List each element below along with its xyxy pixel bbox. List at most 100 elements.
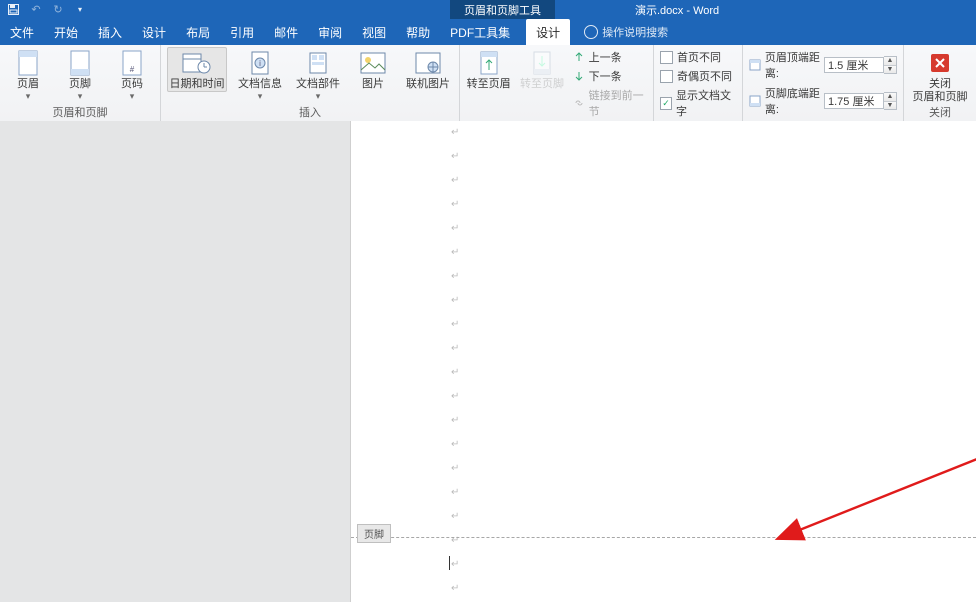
header-label: 页眉 [17, 78, 39, 91]
quick-parts-label: 文档部件 [296, 78, 340, 91]
close-header-footer-button[interactable]: 关闭 页眉和页脚 [910, 47, 970, 104]
next-label: 下一条 [589, 68, 622, 84]
chevron-down-icon: ▾ [78, 92, 83, 100]
group-label: 插入 [167, 104, 453, 121]
redo-icon[interactable]: ↻ [52, 4, 64, 16]
pictures-button[interactable]: 图片 [351, 47, 395, 91]
footer-from-bottom-row: 页脚底端距离: ▲▼ [749, 85, 897, 117]
group-header-footer: 页眉 ▾ 页脚 ▾ # 页码 ▾ 页眉和页脚 [0, 45, 161, 121]
tab-home[interactable]: 开始 [44, 19, 88, 45]
header-button[interactable]: 页眉 ▾ [6, 47, 50, 100]
goto-header-label: 转至页眉 [467, 78, 511, 91]
pictures-icon [360, 49, 386, 77]
doc-info-icon: i [249, 49, 271, 77]
goto-footer-icon [531, 49, 553, 77]
chevron-down-icon: ▾ [258, 92, 263, 100]
checkbox-icon [660, 51, 673, 64]
svg-text:#: # [130, 65, 135, 74]
tab-hf-design[interactable]: 设计 [526, 19, 570, 45]
ribbon-tabs: 文件 开始 插入 设计 布局 引用 邮件 审阅 视图 帮助 PDF工具集 设计 … [0, 19, 976, 45]
header-from-top-label: 页眉顶端距离: [765, 49, 820, 81]
link-previous-button: 链接到前一节 [573, 87, 647, 119]
chevron-down-icon: ▾ [130, 92, 135, 100]
tab-review[interactable]: 审阅 [308, 19, 352, 45]
goto-header-button[interactable]: 转至页眉 [466, 47, 511, 91]
spinner-up-icon[interactable]: ▲ [884, 57, 896, 66]
different-first-page-label: 首页不同 [677, 49, 721, 65]
group-options: 首页不同 奇偶页不同 ✓ 显示文档文字 选项 [654, 45, 743, 121]
goto-footer-button[interactable]: 转至页脚 [519, 47, 564, 91]
link-icon [573, 97, 585, 109]
svg-text:i: i [259, 59, 261, 68]
different-odd-even-label: 奇偶页不同 [677, 68, 732, 84]
checkbox-checked-icon: ✓ [660, 97, 672, 110]
show-doc-text-checkbox[interactable]: ✓ 显示文档文字 [660, 87, 736, 119]
document-area: ↵↵↵↵↵↵↵ ↵↵↵↵↵↵↵ ↵↵↵↵↵↵↵ 页脚 [0, 121, 976, 602]
chevron-down-icon: ▾ [316, 92, 321, 100]
previous-button[interactable]: 上一条 [573, 49, 647, 65]
undo-icon[interactable]: ↶ [30, 4, 42, 16]
bulb-icon [584, 25, 598, 39]
different-odd-even-checkbox[interactable]: 奇偶页不同 [660, 68, 736, 84]
arrow-down-icon [573, 70, 585, 82]
tab-layout[interactable]: 布局 [176, 19, 220, 45]
header-from-top-input[interactable] [824, 57, 884, 73]
tab-pdf[interactable]: PDF工具集 [440, 19, 520, 45]
quick-parts-button[interactable]: 文档部件 ▾ [293, 47, 343, 100]
goto-header-icon [478, 49, 500, 77]
footer-from-bottom-spinner[interactable]: ▲▼ [824, 92, 897, 110]
close-label: 关闭 页眉和页脚 [913, 78, 968, 104]
qat-dropdown-icon[interactable]: ▾ [74, 4, 86, 16]
tab-help[interactable]: 帮助 [396, 19, 440, 45]
footer-from-bottom-input[interactable] [824, 93, 884, 109]
tab-file[interactable]: 文件 [0, 19, 44, 45]
group-position: 页眉顶端距离: ▲▼ 页脚底端距离: ▲▼ 插入对齐制表 [743, 45, 904, 121]
spinner-up-icon[interactable]: ▲ [884, 93, 896, 102]
header-from-top-row: 页眉顶端距离: ▲▼ [749, 49, 897, 81]
page-number-button[interactable]: # 页码 ▾ [110, 47, 154, 100]
next-button[interactable]: 下一条 [573, 68, 647, 84]
tab-insert[interactable]: 插入 [88, 19, 132, 45]
annotation-arrow [702, 121, 976, 602]
checkbox-icon [660, 70, 673, 83]
online-pictures-icon [415, 49, 441, 77]
ribbon: 页眉 ▾ 页脚 ▾ # 页码 ▾ 页眉和页脚 日期和时间 i [0, 45, 976, 122]
spinner-down-icon[interactable]: ▼ [884, 102, 896, 110]
nav-stack: 上一条 下一条 链接到前一节 [573, 47, 647, 119]
footer-bottom-icon [749, 95, 761, 107]
footer-label: 页脚 [69, 78, 91, 91]
header-from-top-spinner[interactable]: ▲▼ [824, 56, 897, 74]
page-number-label: 页码 [121, 78, 143, 91]
tell-me-search[interactable]: 操作说明搜索 [584, 19, 668, 45]
arrow-up-icon [573, 51, 585, 63]
show-doc-text-label: 显示文档文字 [676, 87, 736, 119]
online-pictures-button[interactable]: 联机图片 [403, 47, 453, 91]
tab-design[interactable]: 设计 [132, 19, 176, 45]
group-navigation: 转至页眉 转至页脚 上一条 下一条 链接到前一节 [460, 45, 654, 121]
date-time-label: 日期和时间 [170, 78, 225, 91]
tell-me-label: 操作说明搜索 [602, 24, 668, 40]
tab-references[interactable]: 引用 [220, 19, 264, 45]
group-close: 关闭 页眉和页脚 关闭 [904, 45, 976, 121]
different-first-page-checkbox[interactable]: 首页不同 [660, 49, 736, 65]
doc-info-button[interactable]: i 文档信息 ▾ [235, 47, 285, 100]
footer-button[interactable]: 页脚 ▾ [58, 47, 102, 100]
footer-region[interactable]: 页脚 [351, 537, 976, 538]
page[interactable]: ↵↵↵↵↵↵↵ ↵↵↵↵↵↵↵ ↵↵↵↵↵↵↵ 页脚 [351, 121, 976, 602]
contextual-tab-label: 页眉和页脚工具 [450, 0, 555, 19]
tab-view[interactable]: 视图 [352, 19, 396, 45]
footer-tag: 页脚 [357, 524, 391, 543]
document-title: 演示.docx - Word [635, 0, 719, 19]
link-previous-label: 链接到前一节 [589, 87, 647, 119]
close-icon [930, 49, 950, 77]
tab-mail[interactable]: 邮件 [264, 19, 308, 45]
date-time-button[interactable]: 日期和时间 [167, 47, 227, 92]
save-icon[interactable] [8, 4, 20, 16]
spinner-arrows[interactable]: ▲▼ [884, 56, 897, 74]
doc-info-label: 文档信息 [238, 78, 282, 91]
spinner-down-icon[interactable]: ▼ [884, 66, 896, 74]
group-label: 关闭 [910, 104, 970, 121]
group-label: 页眉和页脚 [6, 104, 154, 121]
spinner-arrows[interactable]: ▲▼ [884, 92, 897, 110]
header-top-icon [749, 59, 761, 71]
